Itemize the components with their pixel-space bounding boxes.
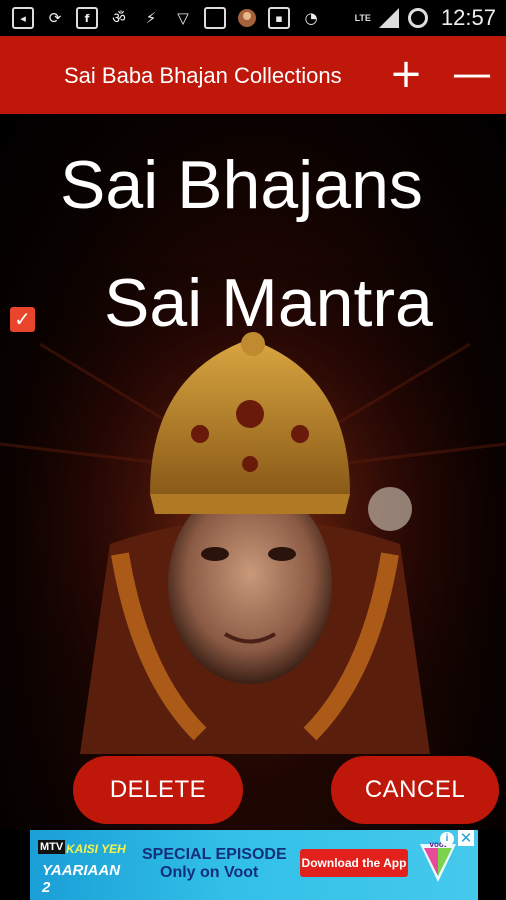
- app-title: Sai Baba Bhajan Collections: [64, 63, 342, 88]
- app-bar: Sai Baba Bhajan Collections + —: [0, 36, 506, 114]
- ad-download-button[interactable]: Download the App: [300, 849, 408, 877]
- ad-show-logo: MTV KAISI YEH YAARIAAN 2: [36, 838, 132, 896]
- ad-info-icon[interactable]: i: [440, 832, 454, 846]
- status-bar: ◂ ⟳ f ॐ ⚡ ▽ ▪ ◔ LTE 12:57: [0, 0, 506, 36]
- checkbox-checked-icon[interactable]: ✓: [10, 307, 35, 332]
- remove-button[interactable]: —: [452, 54, 492, 96]
- ad-brand-line2: YAARIAAN 2: [42, 862, 121, 896]
- square-icon: [204, 7, 226, 29]
- app-icon: ▪: [268, 7, 290, 29]
- back-icon: ◂: [12, 7, 34, 29]
- ad-close-icon[interactable]: ✕: [458, 830, 474, 846]
- bolt-icon: ⚡: [145, 9, 157, 27]
- signal-icon: [378, 8, 399, 28]
- ad-brand-line1: KAISI YEH: [66, 842, 126, 856]
- ad-text: SPECIAL EPISODE Only on Voot: [142, 846, 312, 882]
- list-item[interactable]: Sai Mantra: [104, 264, 433, 342]
- om-icon: ॐ: [112, 9, 126, 27]
- ad-headline: SPECIAL EPISODE: [142, 846, 287, 863]
- network-type: LTE: [354, 12, 371, 23]
- list-item[interactable]: Sai Bhajans: [60, 146, 423, 224]
- system-tray: LTE 12:57: [355, 0, 496, 36]
- add-button[interactable]: +: [386, 54, 426, 96]
- battery-icon: [407, 8, 428, 28]
- avatar-icon: [236, 7, 258, 29]
- wifi-icon: ▽: [177, 9, 189, 27]
- ad-channel-logo: MTV: [38, 840, 66, 854]
- data-saver-icon: ◔: [304, 9, 318, 27]
- clock: 12:57: [440, 5, 496, 30]
- ad-subline: Only on Voot: [160, 864, 259, 881]
- delete-button[interactable]: DELETE: [73, 756, 243, 824]
- notification-icons: ◂ ⟳ f ॐ ⚡ ▽ ▪ ◔: [0, 7, 322, 29]
- sync-icon: ⟳: [48, 9, 62, 27]
- main-content: Sai Bhajans ✓ Sai Mantra DELETE CANCEL: [0, 114, 506, 830]
- cancel-button[interactable]: CANCEL: [331, 756, 499, 824]
- facebook-icon: f: [76, 7, 98, 29]
- ad-banner[interactable]: MTV KAISI YEH YAARIAAN 2 SPECIAL EPISODE…: [30, 830, 478, 900]
